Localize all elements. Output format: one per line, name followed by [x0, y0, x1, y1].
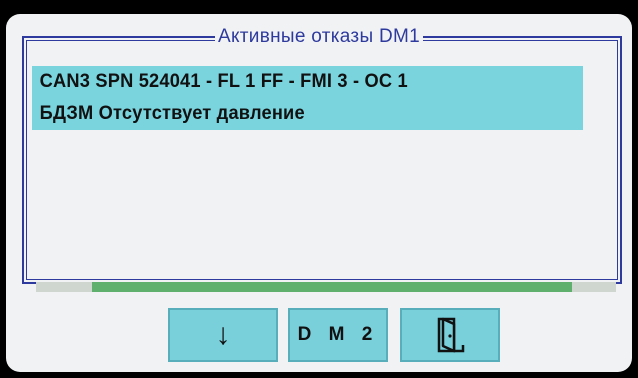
fault-description-line[interactable]: БДЗМ Отсутствует давление: [32, 98, 584, 130]
exit-button[interactable]: [400, 308, 500, 362]
fault-code-line[interactable]: CAN3 SPN 524041 - FL 1 FF - FMI 3 - OC 1: [32, 66, 584, 98]
arrow-down-icon: ↓: [215, 318, 231, 351]
fault-list: CAN3 SPN 524041 - FL 1 FF - FMI 3 - OC 1…: [32, 66, 606, 130]
door-exit-icon: [437, 317, 465, 353]
scroll-down-button[interactable]: ↓: [168, 308, 278, 362]
dm2-button-label: D M 2: [297, 324, 379, 345]
status-strip-fill: [92, 282, 572, 292]
display-screen: Активные отказы DM1 CAN3 SPN 524041 - FL…: [6, 14, 632, 372]
dm2-button[interactable]: D M 2: [288, 308, 388, 362]
